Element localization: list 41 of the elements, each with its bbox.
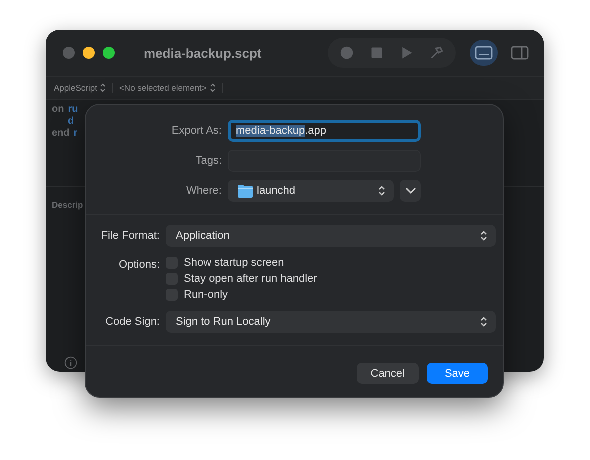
bottom-panel-icon [475, 46, 493, 60]
up-down-chevron-icon [480, 230, 488, 242]
stop-icon[interactable] [370, 46, 384, 60]
up-down-chevron-icon [100, 83, 106, 94]
code-line: d [67, 116, 74, 128]
up-down-chevron-icon [480, 316, 488, 328]
field-label: Where: [186, 185, 222, 197]
info-icon[interactable] [64, 356, 78, 370]
field-label: Tags: [196, 155, 222, 167]
checkbox-label[interactable]: Show startup screen [184, 257, 284, 269]
expand-button[interactable] [400, 180, 421, 202]
up-down-chevron-icon [210, 83, 216, 94]
code-line: end r [52, 128, 78, 140]
save-button[interactable]: Save [427, 363, 488, 384]
folder-icon [238, 184, 253, 198]
record-icon[interactable] [340, 46, 354, 60]
cancel-button[interactable]: Cancel [356, 363, 419, 384]
chevron-down-icon [404, 187, 416, 195]
field-label: Code Sign: [106, 316, 160, 328]
close-button[interactable] [63, 47, 75, 59]
play-icon[interactable] [400, 46, 414, 60]
field-label: Export As: [172, 125, 222, 137]
checkbox-label[interactable]: Stay open after run handler [184, 273, 318, 285]
window-title: media-backup.scpt [144, 46, 262, 60]
zoom-button[interactable] [103, 47, 115, 59]
code-sign-popup[interactable]: Sign to Run Locally [166, 311, 496, 333]
code-line: on ru [52, 104, 78, 116]
hammer-icon[interactable] [430, 46, 444, 60]
where-popup[interactable]: launchd [228, 180, 394, 202]
field-label: File Format: [101, 230, 160, 242]
element-popup[interactable]: <No selected element> [119, 82, 223, 94]
field-label: Options: [119, 259, 160, 271]
up-down-chevron-icon [378, 185, 386, 197]
checkbox-label[interactable]: Run-only [184, 289, 228, 301]
sidebar-icon [511, 46, 529, 60]
file-format-popup[interactable]: Application [166, 225, 496, 247]
minimize-button[interactable] [83, 47, 95, 59]
export-name-field[interactable]: media-backup.app [228, 120, 421, 142]
description-label: Descrip [52, 200, 84, 210]
log-view-button[interactable] [470, 40, 498, 66]
language-popup[interactable]: AppleScript [54, 82, 114, 94]
